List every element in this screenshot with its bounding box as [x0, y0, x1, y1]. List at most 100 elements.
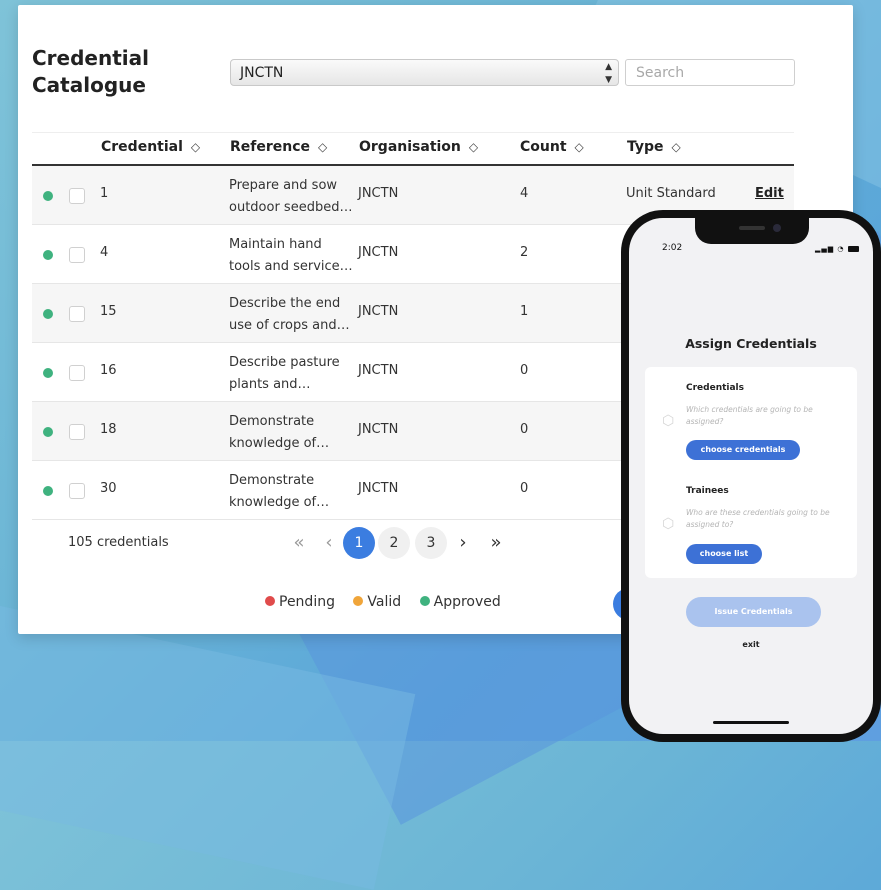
row-checkbox[interactable]: [69, 306, 85, 322]
reference-cell: Describe the end use of crops and…: [229, 293, 354, 337]
legend-label: Valid: [367, 594, 402, 610]
speaker-icon: [739, 226, 765, 230]
column-header-count[interactable]: Count ◇: [520, 139, 584, 155]
exit-link[interactable]: exit: [629, 640, 873, 649]
page-title: Credential Catalogue: [32, 45, 202, 99]
reference-cell: Demonstrate knowledge of…: [229, 470, 354, 514]
reference-cell: Maintain hand tools and service…: [229, 234, 354, 278]
table-header: Credential ◇ Reference ◇ Organisation ◇ Cou…: [32, 132, 794, 166]
organisation-cell: JNCTN: [358, 363, 399, 378]
reference-line: tools and service…: [229, 259, 353, 274]
reference-line: knowledge of…: [229, 495, 330, 510]
approved-dot-icon: [419, 596, 430, 606]
previous-page-icon[interactable]: ‹: [313, 527, 345, 559]
pending-dot-icon: [265, 596, 275, 606]
row-checkbox[interactable]: [69, 188, 85, 204]
reference-line: knowledge of…: [229, 436, 330, 451]
page-title-line: Credential: [32, 46, 149, 70]
page-button-1[interactable]: 1: [343, 527, 375, 559]
camera-icon: [773, 224, 781, 232]
credential-cell: 15: [100, 304, 117, 319]
column-header-label: Reference: [230, 139, 311, 155]
organisation-cell: JNCTN: [358, 186, 399, 201]
reference-cell: Describe pasture plants and…: [229, 352, 354, 396]
count-cell: 2: [520, 245, 529, 260]
column-header-credential[interactable]: Credential ◇: [101, 139, 200, 155]
choose-credentials-button[interactable]: choose credentials: [686, 440, 800, 460]
sort-icon: ◇: [574, 140, 584, 154]
legend-item-approved: Approved: [419, 594, 501, 610]
status-dot-approved: [43, 486, 53, 496]
phone-mockup: 2:02 ▂▄▆ ◔ Assign Credentials Credential…: [621, 210, 881, 742]
reference-cell: Demonstrate knowledge of…: [229, 411, 354, 455]
count-cell: 1: [520, 304, 529, 319]
credential-cell: 1: [100, 186, 109, 201]
legend-item-pending: Pending: [265, 594, 335, 610]
assign-form-panel: Credentials ⬡ Which credentials are goin…: [645, 367, 857, 578]
credentials-hint: Which credentials are going to be assign…: [686, 405, 813, 426]
page-button-2[interactable]: 2: [378, 527, 410, 559]
reference-cell: Prepare and sow outdoor seedbed…: [229, 175, 354, 219]
reference-line: Demonstrate: [229, 414, 315, 429]
row-checkbox[interactable]: [69, 247, 85, 263]
column-header-label: Credential: [101, 139, 183, 155]
legend-item-valid: Valid: [353, 594, 401, 610]
credential-cell: 18: [100, 422, 117, 437]
search-input[interactable]: [625, 59, 795, 86]
reference-line: Describe the end: [229, 296, 341, 311]
column-header-type[interactable]: Type ◇: [627, 139, 681, 155]
status-dot-approved: [43, 250, 53, 260]
organisation-cell: JNCTN: [358, 481, 399, 496]
assign-credentials-title: Assign Credentials: [685, 336, 817, 351]
credential-cell: 30: [100, 481, 117, 496]
trainees-hint: Who are these credentials going to be as…: [686, 508, 830, 529]
column-header-label: Organisation: [359, 139, 461, 155]
page-button-3[interactable]: 3: [415, 527, 447, 559]
credential-cell: 16: [100, 363, 117, 378]
edit-link[interactable]: Edit: [755, 186, 784, 201]
reference-line: Maintain hand: [229, 237, 322, 252]
reference-line: Prepare and sow: [229, 178, 338, 193]
first-page-icon[interactable]: «: [283, 527, 315, 559]
signal-icon: ▂▄▆: [815, 245, 835, 253]
row-checkbox[interactable]: [69, 483, 85, 499]
sort-icon: ◇: [190, 140, 201, 154]
organisation-cell: JNCTN: [358, 304, 399, 319]
sort-icon: ◇: [671, 140, 681, 154]
column-header-organisation[interactable]: Organisation ◇: [359, 139, 478, 155]
issue-credentials-button[interactable]: Issue Credentials: [686, 597, 821, 627]
credential-cell: 4: [100, 245, 109, 260]
status-dot-approved: [43, 191, 53, 201]
wifi-icon: ◔: [837, 245, 845, 253]
home-indicator: [713, 721, 789, 724]
row-checkbox[interactable]: [69, 424, 85, 440]
reference-line: outdoor seedbed…: [229, 200, 353, 215]
count-cell: 0: [520, 481, 529, 496]
reference-line: use of crops and…: [229, 318, 350, 333]
choose-list-button[interactable]: choose list: [686, 544, 762, 564]
type-cell: Unit Standard: [626, 186, 716, 201]
page-title-line: Catalogue: [32, 73, 146, 97]
column-header-label: Count: [520, 139, 567, 155]
organisation-select[interactable]: JNCTN ▲ ▼: [230, 59, 619, 86]
legend-label: Approved: [433, 594, 501, 610]
column-header-reference[interactable]: Reference ◇: [230, 139, 327, 155]
status-bar-icons: ▂▄▆ ◔: [815, 245, 859, 253]
last-page-icon[interactable]: »: [480, 527, 512, 559]
battery-icon: [847, 246, 859, 252]
select-arrows-icon: ▲ ▼: [605, 62, 612, 85]
organisation-cell: JNCTN: [358, 422, 399, 437]
legend-label: Pending: [279, 594, 335, 610]
next-page-icon[interactable]: ›: [447, 527, 479, 559]
count-cell: 4: [520, 186, 529, 201]
sort-icon: ◇: [468, 140, 479, 154]
column-header-label: Type: [627, 139, 664, 155]
organisation-cell: JNCTN: [358, 245, 399, 260]
trainees-label: Trainees: [686, 486, 729, 496]
status-bar-time: 2:02: [662, 243, 683, 253]
organisation-select-value: JNCTN: [240, 65, 284, 81]
reference-line: Describe pasture: [229, 355, 340, 370]
reference-line: plants and…: [229, 377, 311, 392]
status-dot-approved: [43, 427, 53, 437]
row-checkbox[interactable]: [69, 365, 85, 381]
